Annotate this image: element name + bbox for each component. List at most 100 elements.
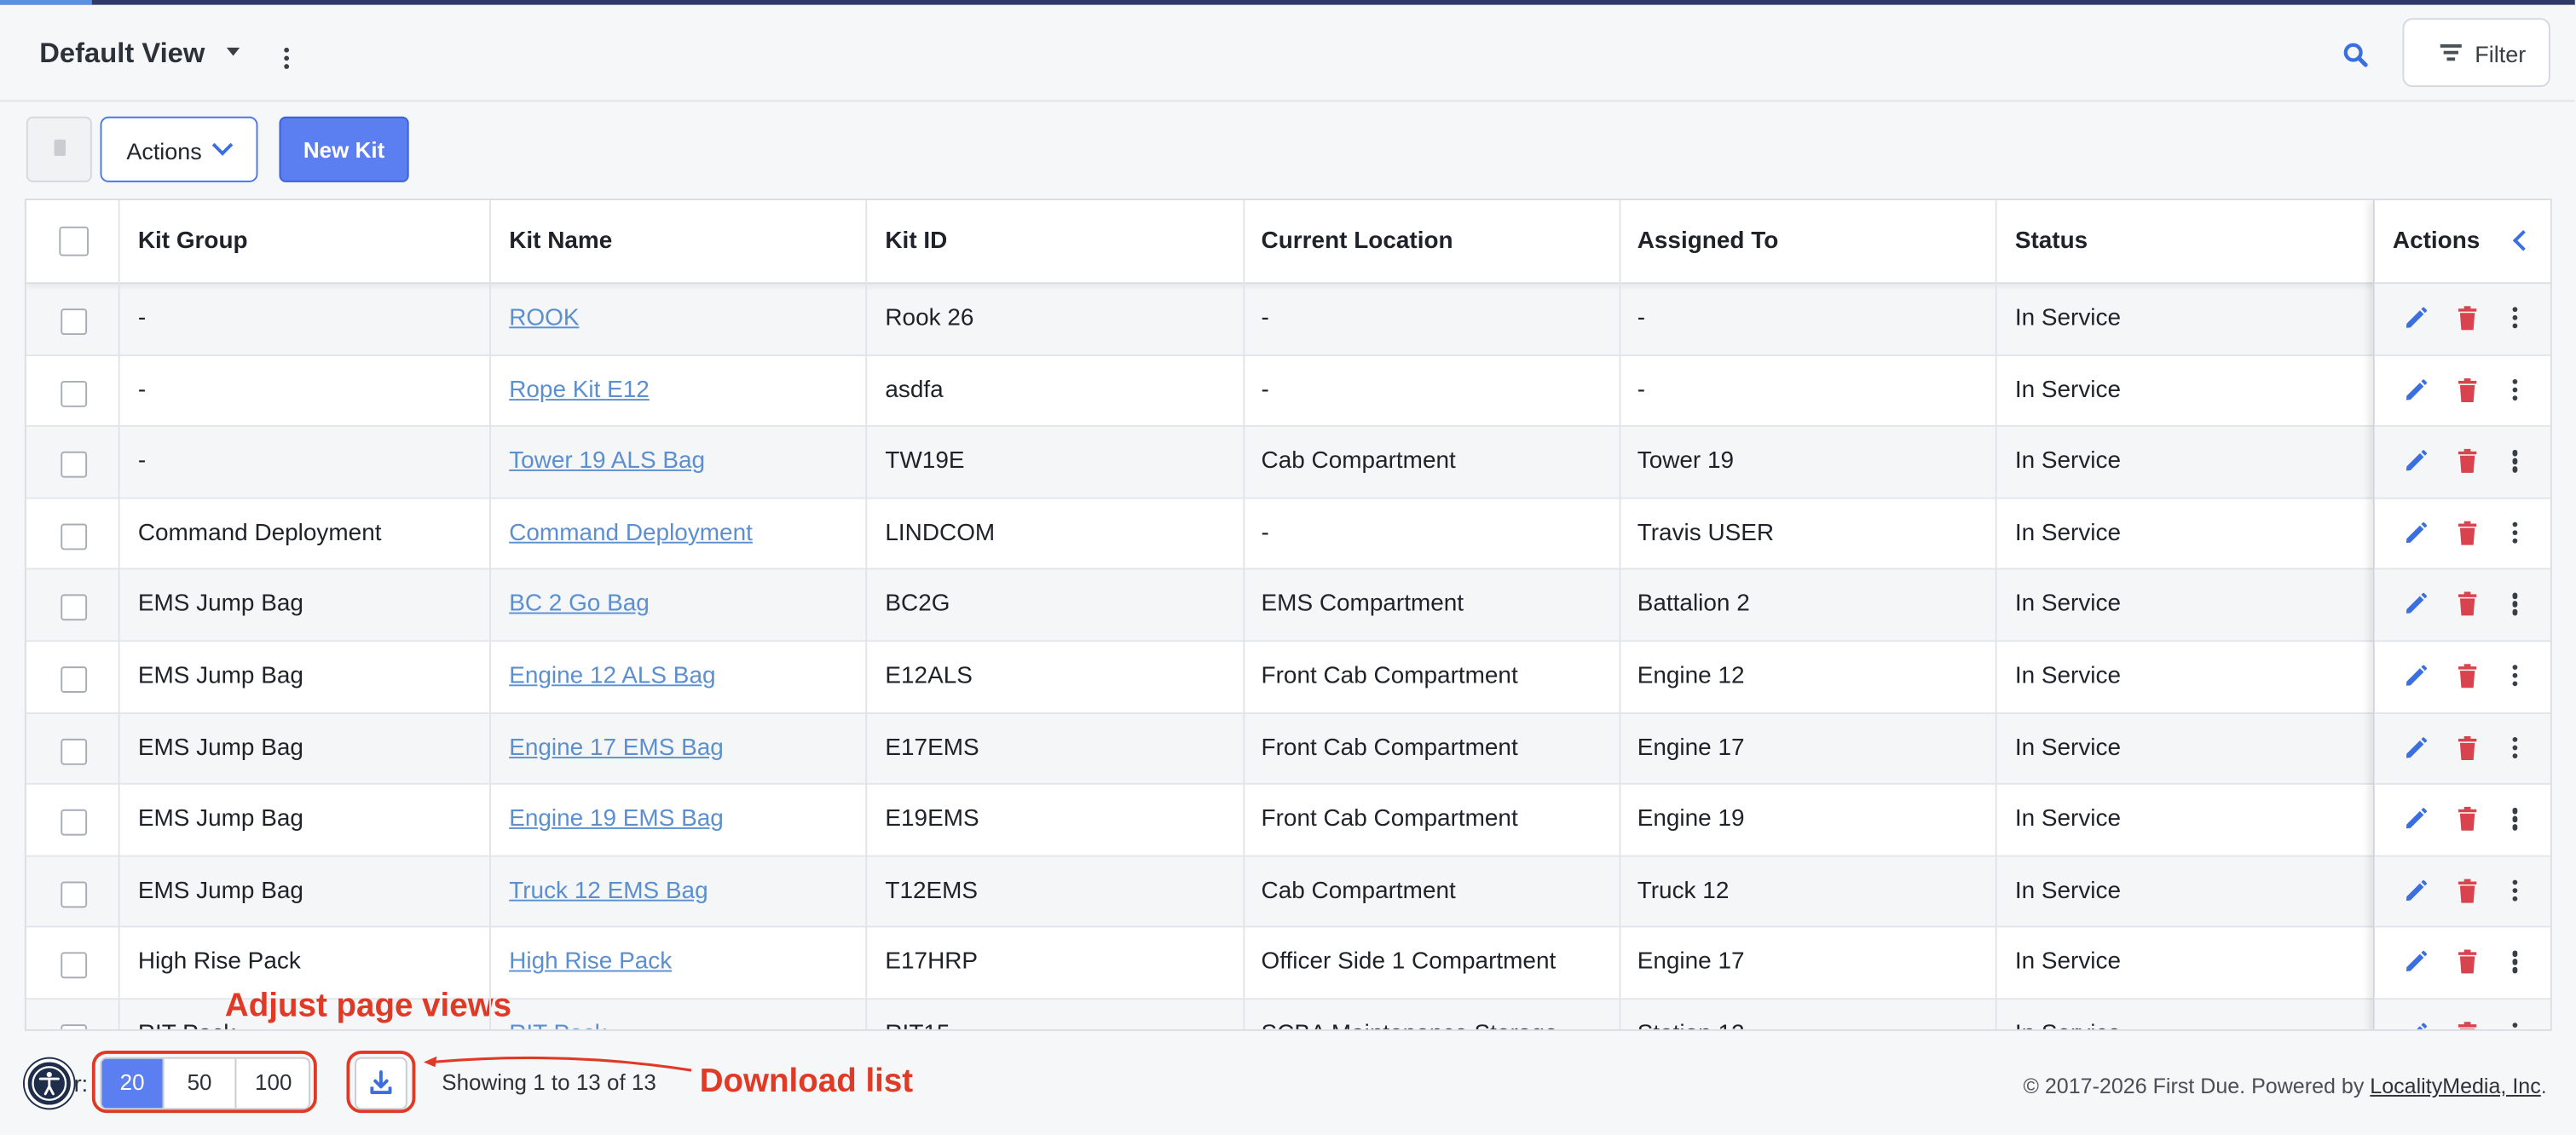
delete-icon[interactable] bbox=[2457, 520, 2478, 546]
status-cell: In Service bbox=[2014, 735, 2122, 762]
row-kebab-icon[interactable] bbox=[2512, 593, 2520, 616]
kit-name-link[interactable]: ROOK bbox=[509, 305, 579, 331]
column-header-kit-id[interactable]: Kit ID bbox=[885, 228, 947, 255]
new-kit-button[interactable]: New Kit bbox=[279, 116, 409, 182]
column-header-status[interactable]: Status bbox=[2015, 228, 2088, 255]
kit-name-link[interactable]: Command Deployment bbox=[509, 520, 753, 546]
kit-name-link[interactable]: Engine 19 EMS Bag bbox=[509, 806, 724, 833]
row-checkbox[interactable] bbox=[61, 1024, 88, 1029]
edit-icon[interactable] bbox=[2402, 1021, 2429, 1029]
edit-icon[interactable] bbox=[2402, 520, 2429, 546]
row-kebab-icon[interactable] bbox=[2512, 665, 2520, 688]
row-checkbox[interactable] bbox=[61, 666, 88, 693]
row-kebab-icon[interactable] bbox=[2512, 521, 2520, 544]
kit-name-link[interactable]: BC 2 Go Bag bbox=[509, 591, 650, 618]
chevron-down-icon bbox=[211, 135, 234, 156]
location-cell: Cab Compartment bbox=[1261, 448, 1456, 475]
row-checkbox[interactable] bbox=[61, 380, 88, 406]
copyright-end: . bbox=[2540, 1073, 2547, 1098]
row-kebab-icon[interactable] bbox=[2512, 450, 2520, 473]
column-divider bbox=[1243, 200, 1245, 1029]
row-kebab-icon[interactable] bbox=[2512, 1023, 2520, 1029]
edit-icon[interactable] bbox=[2402, 377, 2429, 403]
toolbar: Actions New Kit bbox=[0, 101, 2575, 197]
row-checkbox[interactable] bbox=[61, 595, 88, 621]
row-kebab-icon[interactable] bbox=[2512, 378, 2520, 401]
row-checkbox[interactable] bbox=[61, 308, 88, 336]
kit-id-cell: TW19E bbox=[885, 448, 965, 475]
edit-icon[interactable] bbox=[2402, 591, 2429, 618]
row-checkbox[interactable] bbox=[61, 809, 88, 836]
annotation-box-download bbox=[346, 1050, 416, 1114]
column-header-current-location[interactable]: Current Location bbox=[1262, 228, 1453, 255]
delete-icon[interactable] bbox=[2457, 377, 2478, 403]
assigned-to-cell: Engine 19 bbox=[1637, 806, 1745, 833]
delete-icon[interactable] bbox=[2457, 448, 2478, 475]
kit-id-cell: E19EMS bbox=[885, 806, 979, 833]
bulk-delete-button[interactable] bbox=[26, 116, 92, 182]
kits-table: Kit Group Kit Name Kit ID Current Locati… bbox=[24, 199, 2552, 1031]
kit-name-link[interactable]: Rope Kit E12 bbox=[509, 377, 650, 403]
delete-icon[interactable] bbox=[2457, 735, 2478, 761]
delete-icon[interactable] bbox=[2457, 591, 2478, 618]
edit-icon[interactable] bbox=[2402, 663, 2429, 689]
edit-icon[interactable] bbox=[2402, 949, 2429, 976]
column-header-kit-name[interactable]: Kit Name bbox=[509, 228, 612, 255]
row-kebab-icon[interactable] bbox=[2512, 879, 2520, 902]
row-checkbox[interactable] bbox=[61, 452, 88, 478]
location-cell: Front Cab Compartment bbox=[1261, 663, 1518, 690]
kit-name-link[interactable]: Tower 19 ALS Bag bbox=[509, 448, 705, 475]
kit-name-link[interactable]: RIT Pack bbox=[509, 1021, 606, 1029]
view-kebab-icon[interactable] bbox=[284, 47, 291, 71]
table-header: Kit Group Kit Name Kit ID Current Locati… bbox=[26, 200, 2550, 285]
row-kebab-icon[interactable] bbox=[2512, 808, 2520, 831]
search-icon[interactable] bbox=[2342, 41, 2371, 71]
row-checkbox[interactable] bbox=[61, 738, 88, 764]
filter-button[interactable]: Filter bbox=[2402, 18, 2550, 88]
column-header-assigned-to[interactable]: Assigned To bbox=[1637, 228, 1779, 255]
kit-name-link[interactable]: Truck 12 EMS Bag bbox=[509, 878, 708, 904]
edit-icon[interactable] bbox=[2402, 878, 2429, 904]
actions-dropdown[interactable]: Actions bbox=[100, 116, 258, 182]
localitymedia-link[interactable]: LocalityMedia, Inc bbox=[2370, 1074, 2540, 1098]
kit-name-link[interactable]: Engine 12 ALS Bag bbox=[509, 663, 715, 689]
location-cell: Front Cab Compartment bbox=[1261, 735, 1518, 762]
page-header: Default View Filter bbox=[0, 4, 2575, 102]
edit-icon[interactable] bbox=[2402, 806, 2429, 833]
status-cell: In Service bbox=[2014, 305, 2122, 332]
delete-icon[interactable] bbox=[2457, 1021, 2478, 1029]
app-stage: Default View Filter Actions New Kit Kit … bbox=[0, 0, 2575, 1135]
row-kebab-icon[interactable] bbox=[2512, 951, 2520, 974]
column-header-kit-group[interactable]: Kit Group bbox=[138, 228, 248, 255]
caret-down-icon[interactable] bbox=[226, 47, 240, 56]
accessibility-icon[interactable] bbox=[24, 1058, 74, 1109]
location-cell: Officer Side 1 Compartment bbox=[1261, 949, 1557, 977]
delete-icon[interactable] bbox=[2457, 949, 2478, 976]
view-title[interactable]: Default View bbox=[39, 37, 205, 71]
kit-name-link[interactable]: Engine 17 EMS Bag bbox=[509, 735, 724, 761]
row-kebab-icon[interactable] bbox=[2512, 736, 2520, 759]
row-checkbox[interactable] bbox=[61, 881, 88, 907]
delete-icon[interactable] bbox=[2457, 305, 2478, 331]
kit-group-cell: - bbox=[137, 377, 147, 404]
row-kebab-icon[interactable] bbox=[2512, 307, 2520, 330]
row-checkbox[interactable] bbox=[61, 523, 88, 550]
delete-icon[interactable] bbox=[2457, 806, 2478, 833]
assigned-to-cell: Station 12 bbox=[1637, 1021, 1745, 1029]
kit-group-cell: - bbox=[137, 305, 147, 332]
column-header-actions: Actions bbox=[2392, 228, 2481, 255]
edit-icon[interactable] bbox=[2402, 735, 2429, 761]
row-actions bbox=[2374, 427, 2550, 499]
edit-icon[interactable] bbox=[2402, 448, 2429, 475]
delete-icon[interactable] bbox=[2457, 878, 2478, 904]
kit-name-link[interactable]: High Rise Pack bbox=[509, 949, 672, 976]
kit-id-cell: Rook 26 bbox=[885, 305, 974, 332]
chevron-left-icon[interactable] bbox=[2512, 229, 2534, 251]
delete-icon[interactable] bbox=[2457, 663, 2478, 689]
location-cell: - bbox=[1261, 377, 1269, 404]
edit-icon[interactable] bbox=[2402, 305, 2429, 331]
assigned-to-cell: Engine 17 bbox=[1637, 735, 1745, 762]
assigned-to-cell: Engine 12 bbox=[1637, 663, 1745, 690]
select-all-checkbox[interactable] bbox=[59, 226, 90, 256]
row-checkbox[interactable] bbox=[61, 953, 88, 979]
